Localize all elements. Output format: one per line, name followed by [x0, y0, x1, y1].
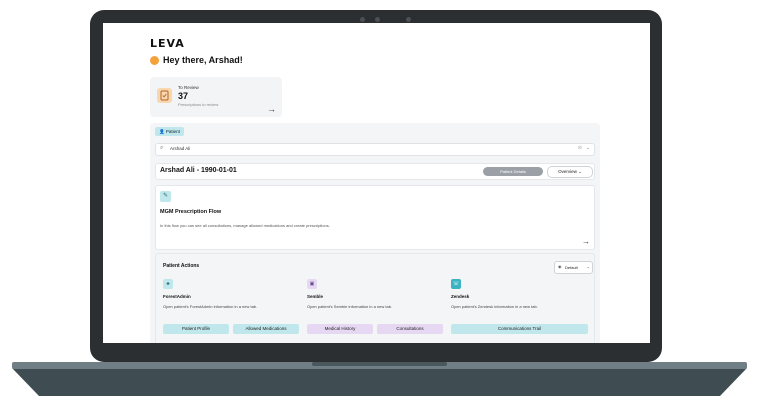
overview-dropdown[interactable]: Overview ⌄ — [547, 166, 593, 178]
tile-allowed-medications[interactable]: Allowed Medications — [233, 324, 299, 334]
chevron-down-icon: ⌄ — [586, 264, 590, 269]
view-select[interactable]: ◉ Default ⌄ — [554, 261, 593, 274]
clear-icon[interactable]: ⊘ — [578, 145, 582, 151]
review-title: To Review — [178, 85, 199, 90]
to-review-card[interactable]: To Review 37 Prescriptions to review → — [150, 77, 282, 117]
patient-panel: 👤 Patient ⌕ Arshad Ali ⊘ ⌄ Arshad Ali - … — [150, 123, 600, 343]
overview-label: Overview — [558, 169, 577, 174]
action-semble-desc: Open patient's Semble information in a n… — [307, 304, 393, 309]
action-semble[interactable]: Semble — [307, 294, 323, 299]
review-count: 37 — [178, 91, 189, 101]
flow-description: In this flow you can see all consultatio… — [160, 223, 330, 228]
app-logo: LEVA — [150, 37, 185, 50]
view-select-label: Default — [565, 265, 578, 270]
eye-icon: ◉ — [558, 264, 562, 269]
zendesk-icon: ☏ — [451, 279, 461, 289]
tile-communications-trail[interactable]: Communications Trail — [451, 324, 588, 334]
actions-title: Patient Actions — [163, 263, 200, 269]
chevron-down-icon[interactable]: ⌄ — [586, 145, 590, 151]
semble-icon: ▣ — [307, 279, 317, 289]
greeting: Hey there, Arshad! — [150, 55, 243, 65]
patient-search[interactable]: ⌕ Arshad Ali ⊘ ⌄ — [155, 143, 595, 156]
chevron-down-icon: ⌄ — [578, 169, 582, 174]
arrow-right-icon[interactable]: → — [267, 104, 276, 114]
action-forestadmin[interactable]: ForestAdmin — [163, 294, 191, 299]
patient-details-button[interactable]: Patient Details — [483, 167, 543, 176]
app-screen: LEVA Hey there, Arshad! To Review 37 Pre… — [103, 23, 650, 343]
tile-medical-history[interactable]: Medical History — [307, 324, 373, 334]
camera-icon — [406, 17, 411, 22]
flow-title: MGM Prescription Flow — [160, 209, 222, 215]
greeting-text: Hey there, Arshad! — [163, 55, 243, 65]
tile-patient-profile[interactable]: Patient Profile — [163, 324, 229, 334]
action-zendesk-desc: Open patient's Zendesk information in a … — [451, 304, 538, 309]
patient-name: Arshad Ali - 1990-01-01 — [160, 167, 237, 174]
forestadmin-icon: ♣ — [163, 279, 173, 289]
prescription-flow-card[interactable]: ✎ MGM Prescription Flow In this flow you… — [155, 185, 595, 250]
camera-icon — [360, 17, 365, 22]
patient-badge-label: Patient — [165, 129, 180, 134]
camera-icon — [375, 17, 380, 22]
patient-badge: 👤 Patient — [155, 127, 184, 136]
search-value: Arshad Ali — [170, 146, 191, 151]
review-subtitle: Prescriptions to review — [178, 102, 219, 107]
patient-header: Arshad Ali - 1990-01-01 Patient Details … — [155, 163, 595, 180]
search-icon: ⌕ — [160, 145, 164, 151]
patient-actions-card: Patient Actions ◉ Default ⌄ ♣ ForestAdmi… — [155, 253, 595, 343]
action-forestadmin-desc: Open patient's ForestAdmin information i… — [163, 304, 258, 309]
laptop-base — [12, 362, 747, 396]
smile-icon — [150, 55, 159, 65]
pill-icon: ✎ — [160, 191, 171, 202]
action-zendesk[interactable]: Zendesk — [451, 294, 469, 299]
arrow-right-icon[interactable]: → — [582, 237, 590, 246]
user-icon: 👤 — [159, 129, 165, 134]
tile-consultations[interactable]: Consultations — [377, 324, 443, 334]
clipboard-icon — [157, 88, 172, 103]
